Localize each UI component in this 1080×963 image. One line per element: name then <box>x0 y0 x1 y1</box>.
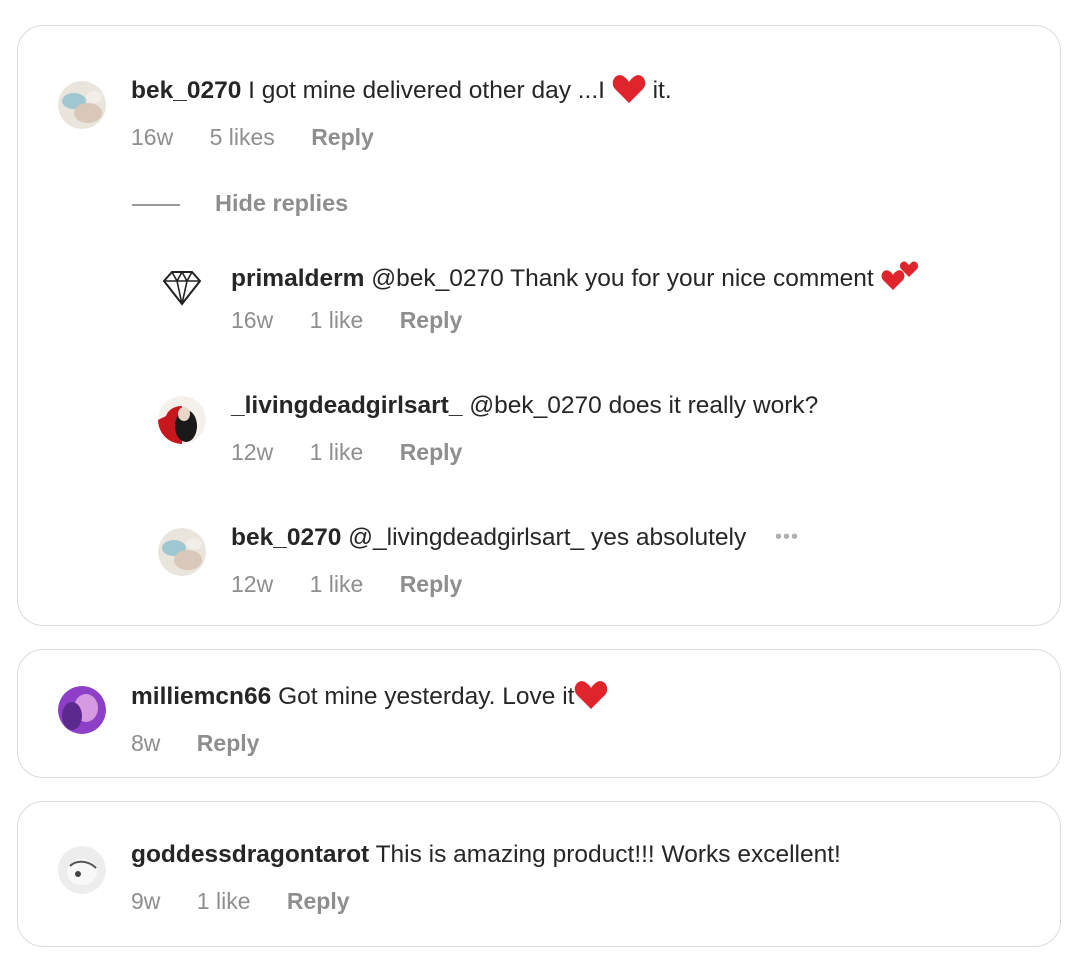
reply-button[interactable]: Reply <box>400 438 463 466</box>
username[interactable]: primalderm <box>231 265 364 292</box>
comment-body: Got mine yesterday. Love it <box>278 683 575 710</box>
reply-button[interactable]: Reply <box>197 729 260 757</box>
like-count[interactable]: 1 like <box>310 306 364 334</box>
avatar[interactable] <box>158 528 206 576</box>
comment-body: I got mine delivered other day ...I <box>248 77 605 104</box>
hide-replies-button[interactable]: Hide replies <box>215 188 348 218</box>
username[interactable]: _livingdeadgirlsart_ <box>231 392 462 419</box>
timestamp: 12w <box>231 571 274 597</box>
reply-text: _livingdeadgirlsart_ @bek_0270 does it r… <box>231 391 818 421</box>
username[interactable]: bek_0270 <box>131 77 241 104</box>
more-options-icon[interactable]: ••• <box>775 522 799 552</box>
comment-body-end: it. <box>652 77 672 104</box>
comment-card: goddessdragontarot This is amazing produ… <box>17 801 1061 947</box>
username[interactable]: bek_0270 <box>231 524 341 551</box>
like-count[interactable]: 1 like <box>197 887 251 915</box>
heart-icon <box>574 680 608 718</box>
username[interactable]: goddessdragontarot <box>131 841 369 868</box>
divider <box>132 204 180 206</box>
username[interactable]: milliemcn66 <box>131 683 271 710</box>
comment-text: goddessdragontarot This is amazing produ… <box>131 840 841 870</box>
reply-text: primalderm @bek_0270 Thank you for your … <box>231 258 919 300</box>
like-count[interactable]: 1 like <box>310 438 364 466</box>
avatar[interactable] <box>58 81 106 129</box>
reply-body: @bek_0270 does it really work? <box>469 392 819 419</box>
reply-meta: 16w 1 like Reply <box>231 306 492 334</box>
timestamp: 9w <box>131 888 161 914</box>
comment-meta: 9w 1 like Reply <box>131 887 380 915</box>
timestamp: 8w <box>131 730 161 756</box>
comment-thread-card: bek_0270 I got mine delivered other day … <box>17 25 1061 626</box>
comment-body: This is amazing product!!! Works excelle… <box>375 841 841 868</box>
comment-text: milliemcn66 Got mine yesterday. Love it <box>131 680 608 718</box>
heart-icon <box>612 74 646 112</box>
timestamp: 16w <box>131 124 174 150</box>
diamond-icon[interactable] <box>158 264 206 312</box>
avatar[interactable] <box>58 686 106 734</box>
reply-button[interactable]: Reply <box>400 570 463 598</box>
comment-meta: 8w Reply <box>131 729 289 757</box>
avatar[interactable] <box>158 396 206 444</box>
reply-body: @_livingdeadgirlsart_ yes absolutely <box>348 524 747 551</box>
comment-card: milliemcn66 Got mine yesterday. Love it … <box>17 649 1061 778</box>
reply-button[interactable]: Reply <box>311 123 374 151</box>
like-count[interactable]: 5 likes <box>210 123 275 151</box>
reply-meta: 12w 1 like Reply <box>231 570 492 598</box>
reply-button[interactable]: Reply <box>400 306 463 334</box>
comment-meta: 16w 5 likes Reply <box>131 123 404 151</box>
two-hearts-icon <box>881 258 919 300</box>
reply-body: @bek_0270 Thank you for your nice commen… <box>371 265 874 292</box>
reply-meta: 12w 1 like Reply <box>231 438 492 466</box>
timestamp: 12w <box>231 439 274 465</box>
comment-text: bek_0270 I got mine delivered other day … <box>131 74 672 112</box>
reply-button[interactable]: Reply <box>287 887 350 915</box>
like-count[interactable]: 1 like <box>310 570 364 598</box>
reply-text: bek_0270 @_livingdeadgirlsart_ yes absol… <box>231 522 799 553</box>
timestamp: 16w <box>231 307 274 333</box>
avatar[interactable] <box>58 846 106 894</box>
